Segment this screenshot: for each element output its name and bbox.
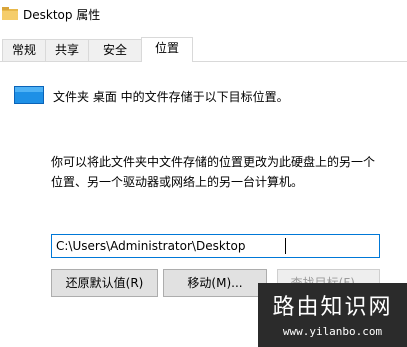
tab-location[interactable]: 位置 [141,37,193,62]
location-description-line1: 你可以将此文件夹中文件存储的位置更改为此硬盘上的另一个 [51,155,376,169]
tab-sharing[interactable]: 共享 [45,39,89,61]
path-input[interactable]: C:\Users\Administrator\Desktop [51,234,380,258]
tab-security-label: 安全 [102,43,127,57]
watermark: 路由知识网 www.yilanbo.com [258,283,407,347]
tab-general-label: 常规 [11,43,36,57]
window-title: Desktop 属性 [23,8,101,22]
restore-default-button[interactable]: 还原默认值(R) [51,269,158,297]
folder-blue-icon [14,86,44,104]
tab-location-label: 位置 [154,41,179,55]
tab-sharing-label: 共享 [54,43,79,57]
folder-icon [2,7,18,20]
watermark-url: www.yilanbo.com [282,325,383,338]
tab-security[interactable]: 安全 [88,39,142,61]
text-cursor-icon [285,238,286,254]
title-bar: Desktop 属性 [0,0,407,30]
location-summary: 文件夹 桌面 中的文件存储于以下目标位置。 [53,90,289,104]
location-description-line2: 位置、另一个驱动器或网络上的另一台计算机。 [51,175,304,189]
move-button[interactable]: 移动(M)... [163,269,267,297]
watermark-title: 路由知识网 [272,295,393,320]
tab-strip: 常规 共享 安全 位置 [0,37,407,62]
tab-general[interactable]: 常规 [2,39,46,61]
